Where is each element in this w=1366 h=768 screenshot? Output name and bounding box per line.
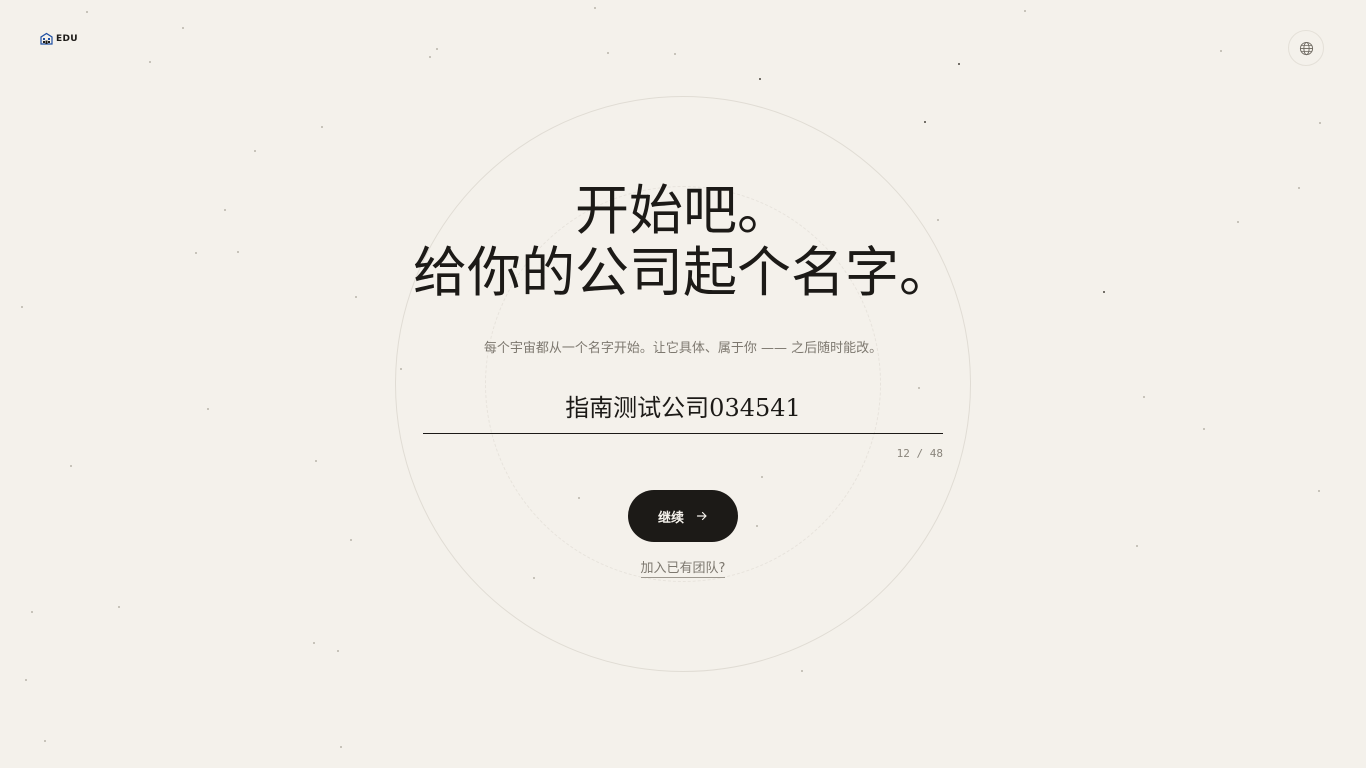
page-subtitle: 每个宇宙都从一个名字开始。让它具体、属于你 —— 之后随时能改。 — [483, 341, 883, 356]
continue-button[interactable]: 继续 — [628, 490, 738, 542]
building-icon — [40, 32, 53, 45]
join-team-container: 加入已有团队? — [0, 557, 1366, 578]
globe-icon — [1299, 41, 1313, 55]
headline-line-2: 给你的公司起个名字。 — [413, 241, 953, 304]
arrow-right-icon — [696, 511, 707, 521]
logo-text: EDU — [56, 33, 78, 44]
page-title: 开始吧。 给你的公司起个名字。 — [0, 180, 1366, 304]
join-team-link[interactable]: 加入已有团队? — [640, 561, 726, 578]
language-button[interactable] — [1288, 30, 1324, 66]
company-name-input[interactable] — [423, 384, 943, 434]
headline-line-1: 开始吧。 — [575, 179, 791, 242]
continue-label: 继续 — [657, 510, 684, 526]
brand-logo[interactable]: EDU — [40, 32, 78, 45]
character-counter: 12 / 48 — [896, 447, 943, 460]
onboarding-page: EDU 开始吧。 给你的公司起个名字。 每个宇宙都从一个名字开始。让它具体、属于… — [0, 0, 1366, 768]
